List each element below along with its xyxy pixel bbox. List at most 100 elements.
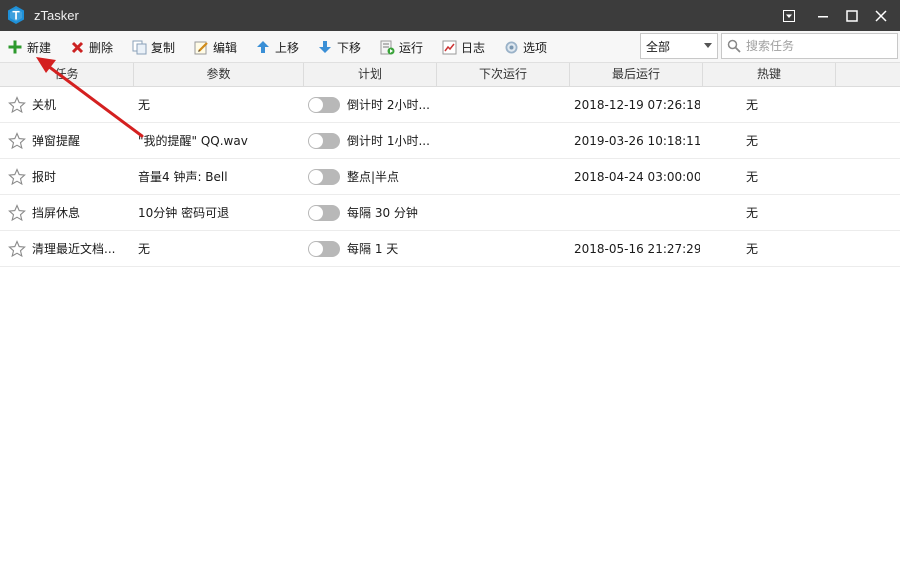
table-header: 任务 参数 计划 下次运行 最后运行 热键	[0, 63, 900, 87]
log-icon	[441, 39, 457, 55]
svg-text:T: T	[12, 9, 20, 23]
toggle-knob	[309, 170, 323, 184]
enable-toggle[interactable]	[308, 133, 340, 149]
arrow-up-icon	[255, 39, 271, 55]
task-params: 音量4 钟声: Bell	[138, 170, 228, 184]
run-label: 运行	[399, 40, 424, 55]
task-params: 10分钟 密码可退	[138, 206, 230, 220]
move-up-button[interactable]: 上移	[255, 37, 299, 57]
star-icon[interactable]	[8, 132, 26, 150]
delete-button[interactable]: 删除	[69, 37, 113, 57]
task-last-run: 2018-05-16 21:27:29	[574, 242, 700, 256]
title-bar: T zTasker	[0, 0, 900, 31]
close-icon	[875, 9, 887, 22]
task-hotkey: 无	[746, 242, 759, 256]
log-button[interactable]: 日志	[441, 37, 485, 57]
column-header-schedule[interactable]: 计划	[304, 63, 437, 87]
task-hotkey: 无	[746, 98, 759, 112]
task-schedule: 每隔 1 天	[347, 242, 399, 256]
enable-toggle[interactable]	[308, 241, 340, 257]
edit-icon	[193, 39, 209, 55]
table-row[interactable]: 弹窗提醒 "我的提醒" QQ.wav 倒计时 1小时... 2019-03-26…	[0, 123, 900, 159]
table-row[interactable]: 报时 音量4 钟声: Bell 整点|半点 2018-04-24 03:00:0…	[0, 159, 900, 195]
task-hotkey: 无	[746, 134, 759, 148]
table-row[interactable]: 清理最近文档... 无 每隔 1 天 2018-05-16 21:27:29 无	[0, 231, 900, 267]
task-last-run: 2018-12-19 07:26:18	[574, 98, 700, 112]
toggle-knob	[309, 242, 323, 256]
toggle-knob	[309, 206, 323, 220]
task-params: 无	[138, 242, 151, 256]
enable-toggle[interactable]	[308, 97, 340, 113]
menu-icon	[783, 9, 795, 22]
copy-button[interactable]: 复制	[131, 37, 175, 57]
filter-selected-value: 全部	[646, 39, 671, 54]
enable-toggle[interactable]	[308, 169, 340, 185]
enable-toggle[interactable]	[308, 205, 340, 221]
task-schedule: 倒计时 2小时...	[347, 98, 430, 112]
star-icon[interactable]	[8, 96, 26, 114]
new-task-label: 新建	[27, 40, 52, 55]
task-hotkey: 无	[746, 206, 759, 220]
options-label: 选项	[523, 40, 548, 55]
minimize-icon	[818, 15, 828, 17]
task-next-run	[441, 159, 567, 195]
task-params: 无	[138, 98, 151, 112]
move-down-button[interactable]: 下移	[317, 37, 361, 57]
run-icon	[379, 39, 395, 55]
task-last-run: 2019-03-26 10:18:11	[574, 134, 700, 148]
column-header-next-run[interactable]: 下次运行	[437, 63, 570, 87]
maximize-icon	[846, 9, 858, 22]
task-hotkey: 无	[746, 170, 759, 184]
task-name: 挡屏休息	[32, 206, 81, 220]
table-row[interactable]: 关机 无 倒计时 2小时... 2018-12-19 07:26:18 无	[0, 87, 900, 123]
task-schedule: 每隔 30 分钟	[347, 206, 418, 220]
new-task-button[interactable]: 新建	[7, 37, 51, 57]
task-name: 报时	[32, 170, 57, 184]
star-icon[interactable]	[8, 168, 26, 186]
filter-dropdown[interactable]: 全部	[640, 33, 718, 59]
arrow-down-icon	[317, 39, 333, 55]
copy-icon	[131, 39, 147, 55]
move-up-label: 上移	[275, 40, 300, 55]
task-next-run	[441, 195, 567, 231]
task-next-run	[441, 231, 567, 267]
column-header-hotkey[interactable]: 热键	[703, 63, 836, 87]
minimize-button[interactable]	[808, 0, 838, 31]
delete-label: 删除	[89, 40, 114, 55]
task-params: "我的提醒" QQ.wav	[138, 134, 248, 148]
edit-button[interactable]: 编辑	[193, 37, 237, 57]
column-header-task[interactable]: 任务	[0, 63, 134, 87]
run-button[interactable]: 运行	[379, 37, 423, 57]
task-schedule: 倒计时 1小时...	[347, 134, 430, 148]
maximize-button[interactable]	[837, 0, 867, 31]
toggle-knob	[309, 98, 323, 112]
task-name: 清理最近文档...	[32, 242, 116, 256]
chevron-down-icon	[704, 43, 712, 48]
task-next-run	[441, 123, 567, 159]
menu-button[interactable]	[774, 0, 804, 31]
close-button[interactable]	[866, 0, 896, 31]
star-icon[interactable]	[8, 240, 26, 258]
task-next-run	[441, 87, 567, 123]
column-header-params[interactable]: 参数	[134, 63, 304, 87]
task-name: 关机	[32, 98, 57, 112]
task-last-run	[574, 195, 700, 231]
task-last-run: 2018-04-24 03:00:00	[574, 170, 700, 184]
log-label: 日志	[461, 40, 486, 55]
column-header-last-run[interactable]: 最后运行	[570, 63, 703, 87]
search-icon	[727, 39, 741, 53]
move-down-label: 下移	[337, 40, 362, 55]
search-input[interactable]	[746, 36, 886, 56]
gear-icon	[503, 39, 519, 55]
window-title: zTasker	[34, 8, 79, 23]
task-name: 弹窗提醒	[32, 134, 81, 148]
table-row[interactable]: 挡屏休息 10分钟 密码可退 每隔 30 分钟 无	[0, 195, 900, 231]
task-schedule: 整点|半点	[347, 170, 400, 184]
star-icon[interactable]	[8, 204, 26, 222]
plus-icon	[7, 39, 23, 55]
app-logo-icon: T	[8, 6, 24, 24]
copy-label: 复制	[151, 40, 176, 55]
options-button[interactable]: 选项	[503, 37, 547, 57]
edit-label: 编辑	[213, 40, 238, 55]
search-box	[721, 33, 898, 59]
